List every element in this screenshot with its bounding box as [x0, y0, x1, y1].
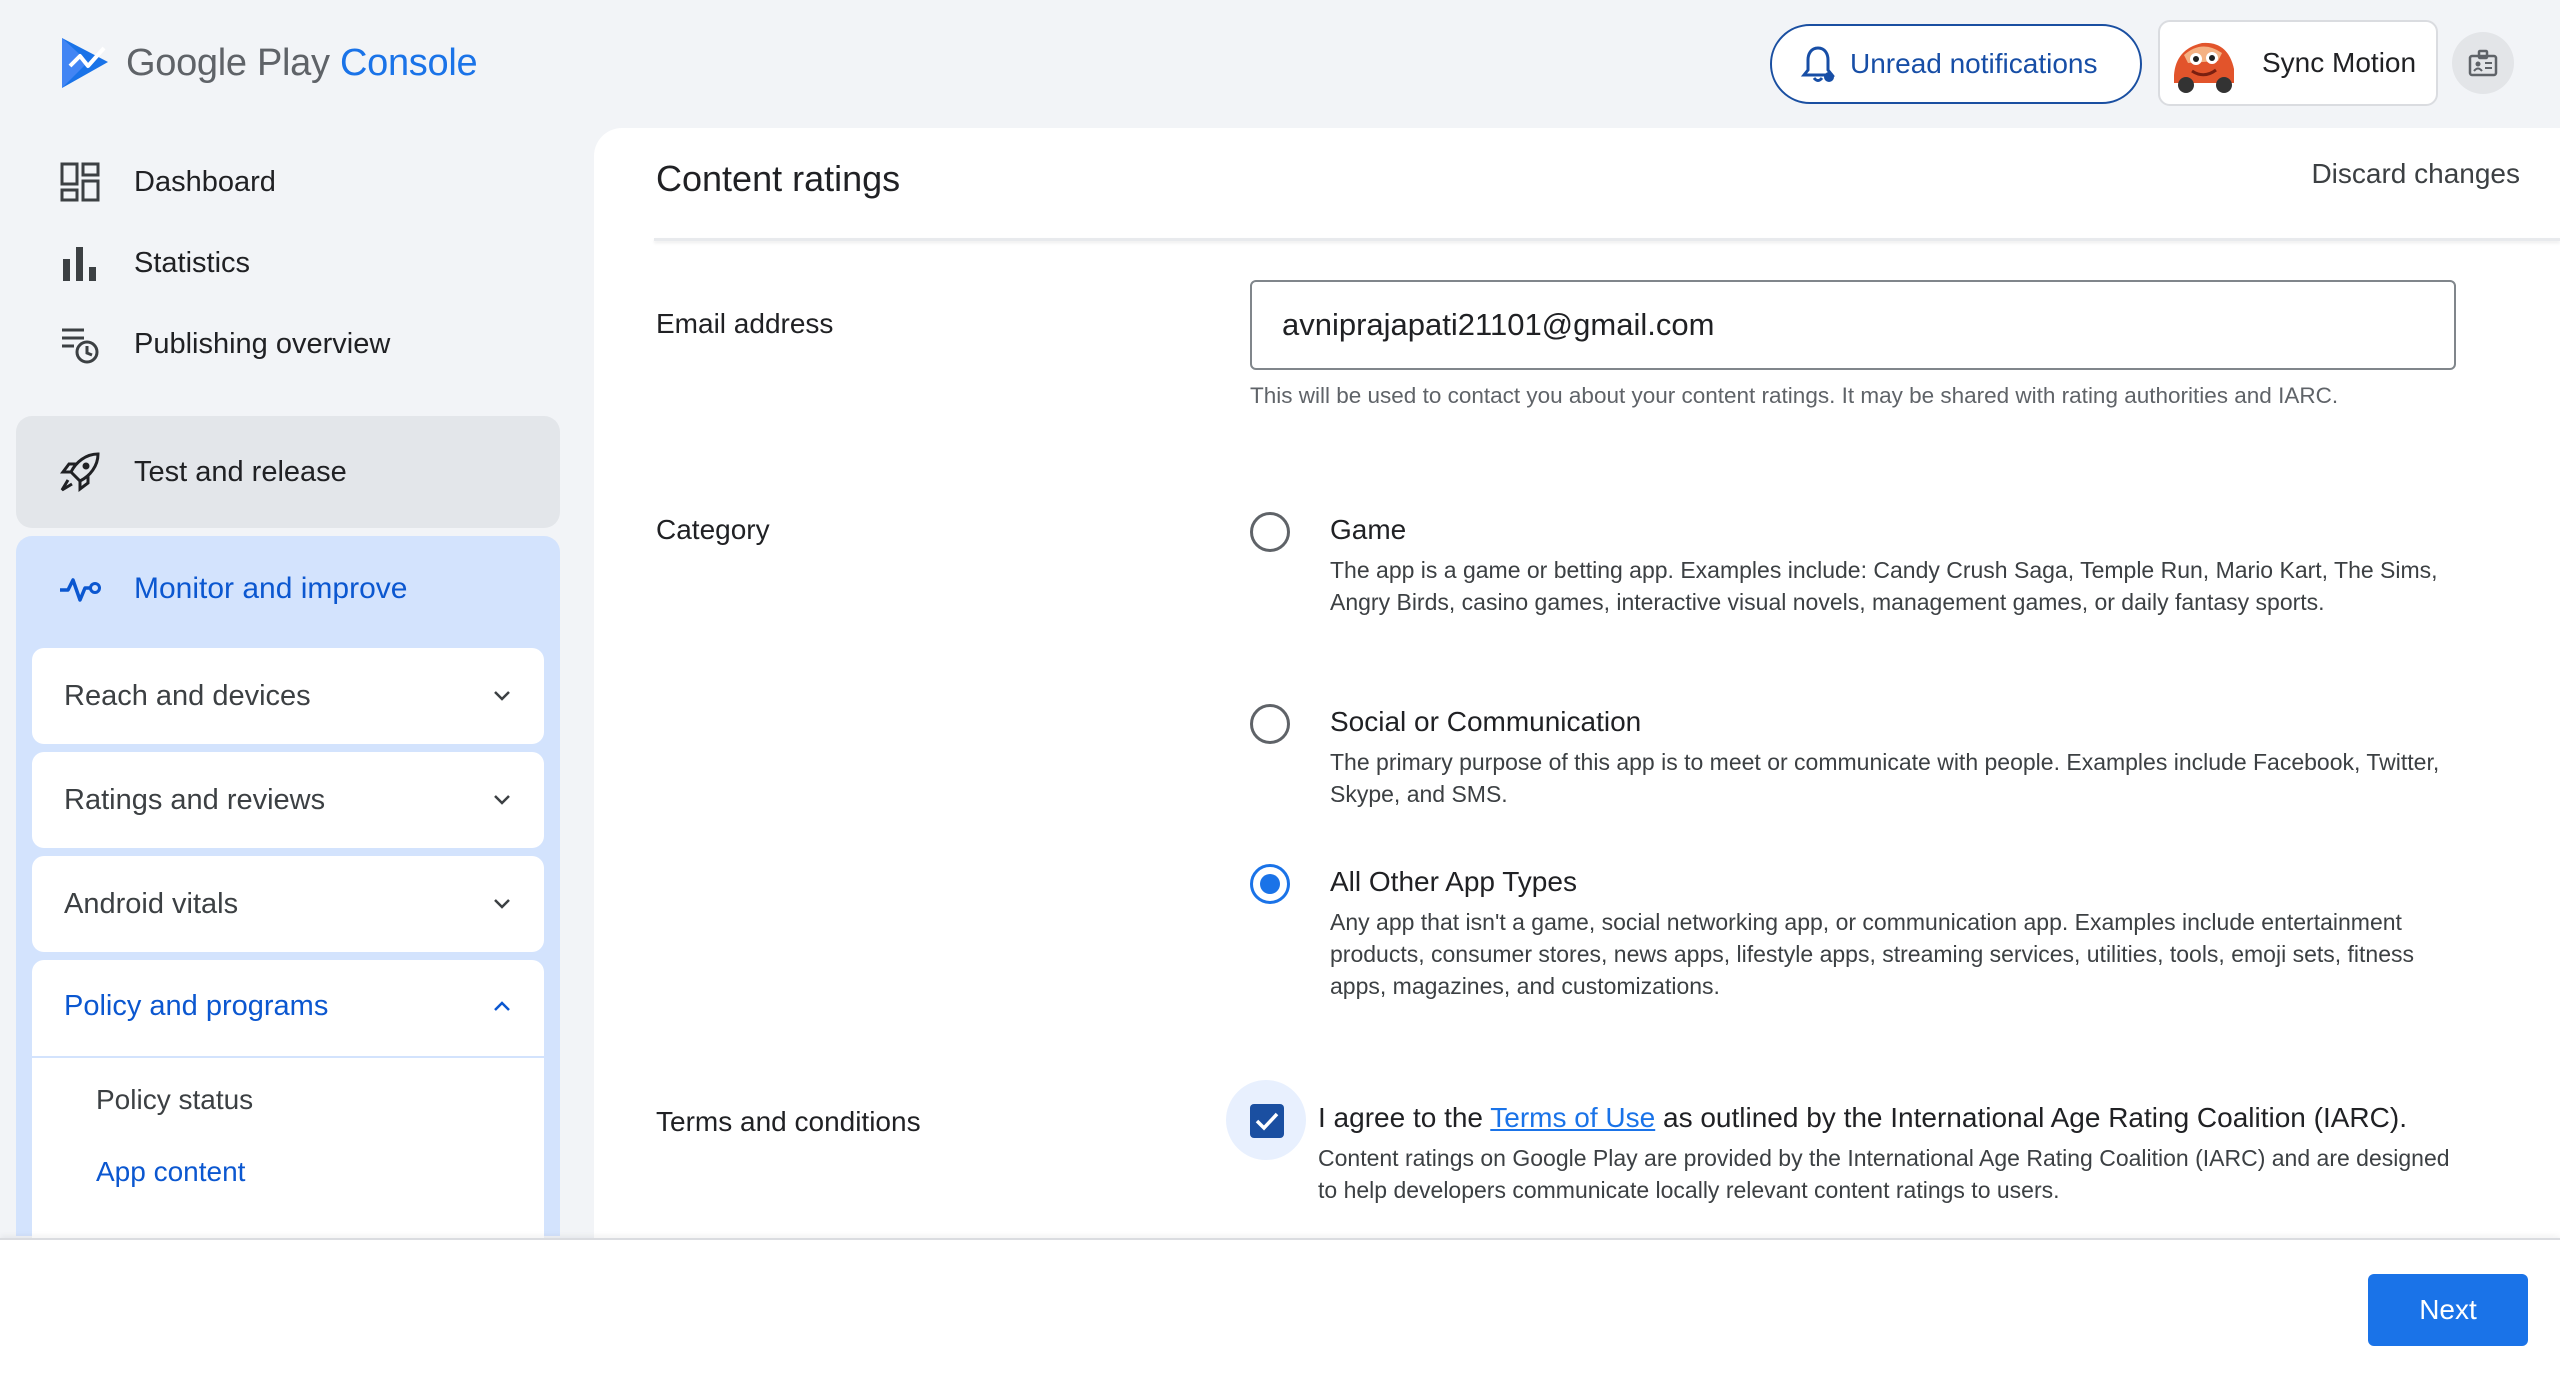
- sidebar-section-monitor-and-improve: Monitor and improve Reach and devices Ra…: [16, 536, 560, 1360]
- id-badge-icon: [2468, 49, 2498, 77]
- group-label: Android vitals: [64, 887, 239, 920]
- email-field[interactable]: avniprajapati21101@gmail.com: [1250, 280, 2456, 370]
- sidebar-item-publishing-overview[interactable]: Publishing overview: [58, 322, 390, 366]
- unread-notifications-button[interactable]: Unread notifications: [1770, 24, 2142, 104]
- app-root: Google Play Console Unread notifications…: [0, 0, 2560, 1376]
- radio-game[interactable]: [1250, 512, 1290, 552]
- chevron-down-icon: [494, 691, 510, 701]
- admin-settings-button[interactable]: [2452, 32, 2514, 94]
- dashboard-icon: [60, 162, 100, 202]
- monitor-and-improve-label: Monitor and improve: [134, 572, 408, 605]
- option-title-social: Social or Communication: [1330, 706, 1642, 737]
- group-label: Reach and devices: [64, 679, 311, 712]
- sidebar-section-test-and-release[interactable]: Test and release: [16, 416, 560, 528]
- account-chip[interactable]: Sync Motion: [2158, 20, 2438, 106]
- terms-agree-text: I agree to the Terms of Use as outlined …: [1318, 1102, 2407, 1133]
- sidebar-group-ratings-and-reviews[interactable]: Ratings and reviews: [32, 752, 544, 848]
- sidebar-item-label: Statistics: [134, 246, 251, 279]
- play-console-logo[interactable]: Google Play Console: [60, 36, 478, 90]
- option-desc-game: The app is a game or betting app. Exampl…: [1330, 557, 2438, 615]
- group-label: Policy and programs: [64, 990, 329, 1022]
- group-label: Ratings and reviews: [64, 783, 326, 816]
- avatar: [2166, 25, 2242, 101]
- logo-text: Google Play Console: [126, 41, 478, 84]
- check-icon: [1255, 1112, 1279, 1131]
- pulse-icon: [60, 578, 101, 602]
- sidebar-item-app-content[interactable]: App content: [96, 1156, 245, 1188]
- publishing-overview-icon: [62, 328, 99, 364]
- sidebar-item-policy-status[interactable]: Policy status: [96, 1084, 253, 1116]
- sidebar-item-label: Publishing overview: [134, 327, 391, 360]
- monitor-and-improve-header[interactable]: Monitor and improve: [58, 572, 407, 606]
- radio-all-other-app-types[interactable]: [1250, 864, 1290, 904]
- bar-chart-icon: [63, 247, 96, 281]
- sidebar-group-reach-and-devices[interactable]: Reach and devices: [32, 648, 544, 744]
- bell-icon: [1800, 46, 1836, 82]
- play-console-logo-icon: [62, 38, 108, 88]
- email-label: Email address: [656, 308, 834, 339]
- sidebar-group-android-vitals[interactable]: Android vitals: [32, 856, 544, 952]
- chevron-up-icon: [494, 1001, 510, 1011]
- policy-and-programs-header[interactable]: Policy and programs: [64, 990, 512, 1023]
- sidebar-item-label: Dashboard: [134, 165, 276, 198]
- category-label: Category: [656, 514, 770, 545]
- sidebar-item-dashboard[interactable]: Dashboard: [58, 160, 276, 204]
- chevron-down-icon: [494, 795, 510, 805]
- option-title-other: All Other App Types: [1330, 866, 1577, 897]
- terms-label: Terms and conditions: [656, 1106, 921, 1137]
- option-desc-other: Any app that isn't a game, social networ…: [1330, 909, 2414, 999]
- radio-social-communication[interactable]: [1250, 704, 1290, 744]
- notifications-label: Unread notifications: [1850, 48, 2098, 79]
- option-title-game: Game: [1330, 514, 1407, 545]
- sidebar-item-statistics[interactable]: Statistics: [58, 241, 250, 285]
- email-helper-text: This will be used to contact you about y…: [1250, 383, 2339, 408]
- title-divider: [654, 238, 2560, 241]
- footer-bar: Next: [0, 1238, 2560, 1376]
- divider: [32, 1056, 544, 1058]
- rocket-icon: [60, 452, 100, 492]
- terms-checkbox[interactable]: [1250, 1104, 1284, 1138]
- chevron-down-icon: [494, 899, 510, 909]
- terms-description: Content ratings on Google Play are provi…: [1318, 1145, 2450, 1203]
- test-and-release-label: Test and release: [134, 455, 347, 488]
- main-content: Content ratings Discard changes Email ad…: [594, 128, 2560, 1248]
- account-name: Sync Motion: [2262, 47, 2417, 78]
- terms-of-use-link[interactable]: Terms of Use: [1490, 1102, 1655, 1133]
- next-button[interactable]: Next: [2368, 1274, 2528, 1346]
- option-desc-social: The primary purpose of this app is to me…: [1330, 749, 2440, 807]
- discard-changes-button[interactable]: Discard changes: [2311, 158, 2520, 190]
- page-title: Content ratings: [656, 158, 901, 199]
